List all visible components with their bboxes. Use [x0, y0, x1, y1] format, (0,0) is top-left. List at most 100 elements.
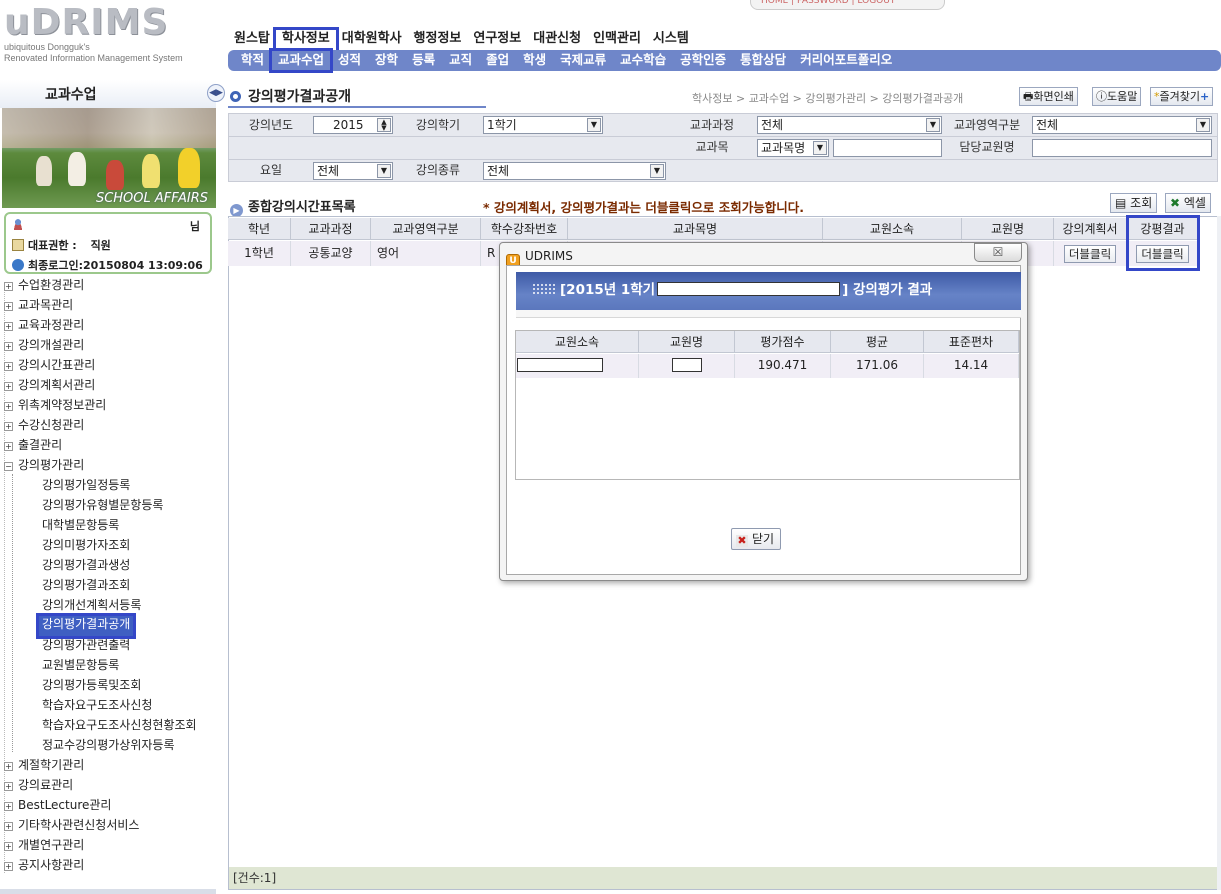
chevron-down-icon[interactable]: ▼ [587, 118, 601, 132]
excel-button[interactable]: ✖ 엑셀 [1165, 193, 1211, 213]
tree-child-item[interactable]: 학습자요구도조사신청 [42, 696, 152, 716]
search-button[interactable]: ▤ 조회 [1110, 193, 1158, 213]
tree-item-subject[interactable]: + 교과목관리 [4, 296, 73, 316]
print-button[interactable]: 🖶화면인쇄 [1019, 87, 1078, 106]
top-links[interactable]: HOME | PASSWORD | LOGOUT [750, 0, 945, 10]
help-button[interactable]: ⓘ도움말 [1092, 87, 1142, 106]
sub-menu-item[interactable]: 국제교류 [553, 50, 613, 71]
main-menu-research[interactable]: 연구정보 [467, 30, 527, 50]
tree-child-item[interactable]: 정교수강의평가상위자등록 [42, 736, 174, 756]
col-header[interactable]: 강의계획서 [1054, 218, 1127, 240]
expand-icon[interactable]: + [4, 362, 13, 371]
sub-menu-item[interactable]: 학적 [234, 50, 271, 71]
tree-child-item[interactable]: 강의평가일정등록 [42, 476, 130, 496]
main-menu-graduate[interactable]: 대학원학사 [336, 30, 408, 50]
col-header[interactable]: 교원소속 [823, 218, 962, 240]
col-header[interactable]: 학수강좌번호 [481, 218, 568, 240]
expand-icon[interactable]: + [4, 862, 13, 871]
tree-item-attendance[interactable]: + 출결관리 [4, 436, 62, 456]
sub-menu-item[interactable]: 통합상담 [733, 50, 793, 71]
main-menu-academic[interactable]: 학사정보 [272, 27, 339, 53]
tree-item-research[interactable]: + 개별연구관리 [4, 836, 84, 856]
chevron-down-icon[interactable]: ▼ [813, 141, 827, 155]
tree-item-fee[interactable]: + 강의료관리 [4, 776, 73, 796]
day-select[interactable]: 전체 ▼ [313, 162, 393, 180]
tree-item-notice[interactable]: + 공지사항관리 [4, 856, 84, 876]
dialog-close-icon[interactable]: ☒ [974, 243, 1022, 262]
sub-menu-item-courses[interactable]: 교과수업 [269, 48, 334, 73]
tree-item-curriculum[interactable]: + 교육과정관리 [4, 316, 84, 336]
expand-icon[interactable]: + [4, 422, 13, 431]
tree-item-syllabus[interactable]: + 강의계획서관리 [4, 376, 95, 396]
expand-icon[interactable]: + [4, 822, 13, 831]
tree-child-item[interactable]: 강의평가결과생성 [42, 556, 130, 576]
professor-input[interactable] [1032, 139, 1212, 157]
logo[interactable]: uDRIMS ubiquitous Dongguk's Renovated In… [4, 4, 204, 66]
expand-icon[interactable]: + [4, 442, 13, 451]
sub-menu-item[interactable]: 장학 [368, 50, 405, 71]
tree-item-best-lecture[interactable]: + BestLecture관리 [4, 796, 111, 816]
kind-select[interactable]: 전체 ▼ [483, 162, 666, 180]
sub-menu-item[interactable]: 교직 [442, 50, 479, 71]
main-menu-network[interactable]: 인맥관리 [587, 30, 647, 50]
sub-menu-item[interactable]: 교수학습 [613, 50, 673, 71]
tree-item-lecture-open[interactable]: + 강의개설관리 [4, 336, 84, 356]
collapse-toggle-icon[interactable]: ◀▶ [207, 84, 225, 102]
tree-child-item[interactable]: 강의미평가자조회 [42, 536, 130, 556]
favorite-button[interactable]: *즐겨찾기+ [1150, 87, 1214, 106]
tree-item-registration[interactable]: + 수강신청관리 [4, 416, 84, 436]
tree-item-season[interactable]: + 계절학기관리 [4, 756, 84, 776]
course-select[interactable]: 전체 ▼ [757, 116, 942, 134]
chevron-down-icon[interactable]: ▼ [650, 164, 664, 178]
expand-icon[interactable]: + [4, 762, 13, 771]
collapse-icon[interactable]: − [4, 462, 13, 471]
col-header[interactable]: 학년 [228, 218, 291, 240]
tree-item-class-env[interactable]: + 수업환경관리 [4, 276, 84, 296]
subject-type-select[interactable]: 교과목명 ▼ [757, 139, 829, 157]
col-header[interactable]: 교과과정 [291, 218, 371, 240]
main-menu-rental[interactable]: 대관신청 [527, 30, 587, 50]
tree-child-item[interactable]: 대학별문항등록 [42, 516, 119, 536]
expand-icon[interactable]: + [4, 782, 13, 791]
col-header[interactable]: 교원명 [962, 218, 1054, 240]
tree-child-item[interactable]: 강의평가유형별문항등록 [42, 496, 163, 516]
tree-child-item[interactable]: 교원별문항등록 [42, 656, 119, 676]
expand-icon[interactable]: + [4, 322, 13, 331]
sub-menu-item[interactable]: 성적 [331, 50, 368, 71]
tree-item-timetable[interactable]: + 강의시간표관리 [4, 356, 95, 376]
tree-child-item[interactable]: 강의개선계획서등록 [42, 596, 141, 616]
expand-icon[interactable]: + [4, 402, 13, 411]
chevron-down-icon[interactable]: ▼ [926, 118, 940, 132]
sub-menu-item[interactable]: 커리어포트폴리오 [793, 50, 899, 71]
table-row[interactable]: 190.471 171.06 14.14 [516, 354, 1019, 378]
tree-child-item[interactable]: 강의평가관련출력 [42, 636, 130, 656]
tree-item-other-service[interactable]: + 기타학사관련신청서비스 [4, 816, 139, 836]
sub-menu-item[interactable]: 등록 [405, 50, 442, 71]
syllabus-button[interactable]: 더블클릭 [1063, 244, 1117, 263]
subject-input[interactable] [833, 139, 942, 157]
sub-menu-item[interactable]: 공학인증 [673, 50, 733, 71]
tree-child-item[interactable]: 학습자요구도조사신청현황조회 [42, 716, 197, 736]
grid-scrollbar[interactable] [1217, 216, 1221, 890]
main-menu-onestop[interactable]: 원스탑 [228, 30, 276, 50]
expand-icon[interactable]: + [4, 382, 13, 391]
expand-icon[interactable]: + [4, 842, 13, 851]
tree-item-contract[interactable]: + 위촉계약정보관리 [4, 396, 106, 416]
chevron-down-icon[interactable]: ▼ [377, 164, 391, 178]
sub-menu-item[interactable]: 졸업 [479, 50, 516, 71]
close-button[interactable]: ✖ 닫기 [731, 528, 782, 550]
tree-child-item[interactable]: 강의평가등록및조회 [42, 676, 141, 696]
tree-child-item[interactable]: 강의평가결과조회 [42, 576, 130, 596]
expand-icon[interactable]: + [4, 802, 13, 811]
expand-icon[interactable]: + [4, 302, 13, 311]
expand-icon[interactable]: + [4, 282, 13, 291]
tree-item-evaluation[interactable]: − 강의평가관리 [4, 456, 84, 476]
year-stepper[interactable]: 2015 ▲ ▼ [313, 116, 393, 134]
stepper-arrows-icon[interactable]: ▲ ▼ [377, 118, 391, 132]
tree-child-item-selected[interactable]: 강의평가결과공개 [35, 613, 137, 639]
main-menu-system[interactable]: 시스템 [647, 30, 695, 50]
col-header[interactable]: 교과영역구분 [371, 218, 481, 240]
main-menu-admin[interactable]: 행정정보 [408, 30, 468, 50]
area-select[interactable]: 전체 ▼ [1032, 116, 1212, 134]
term-select[interactable]: 1학기 ▼ [483, 116, 603, 134]
